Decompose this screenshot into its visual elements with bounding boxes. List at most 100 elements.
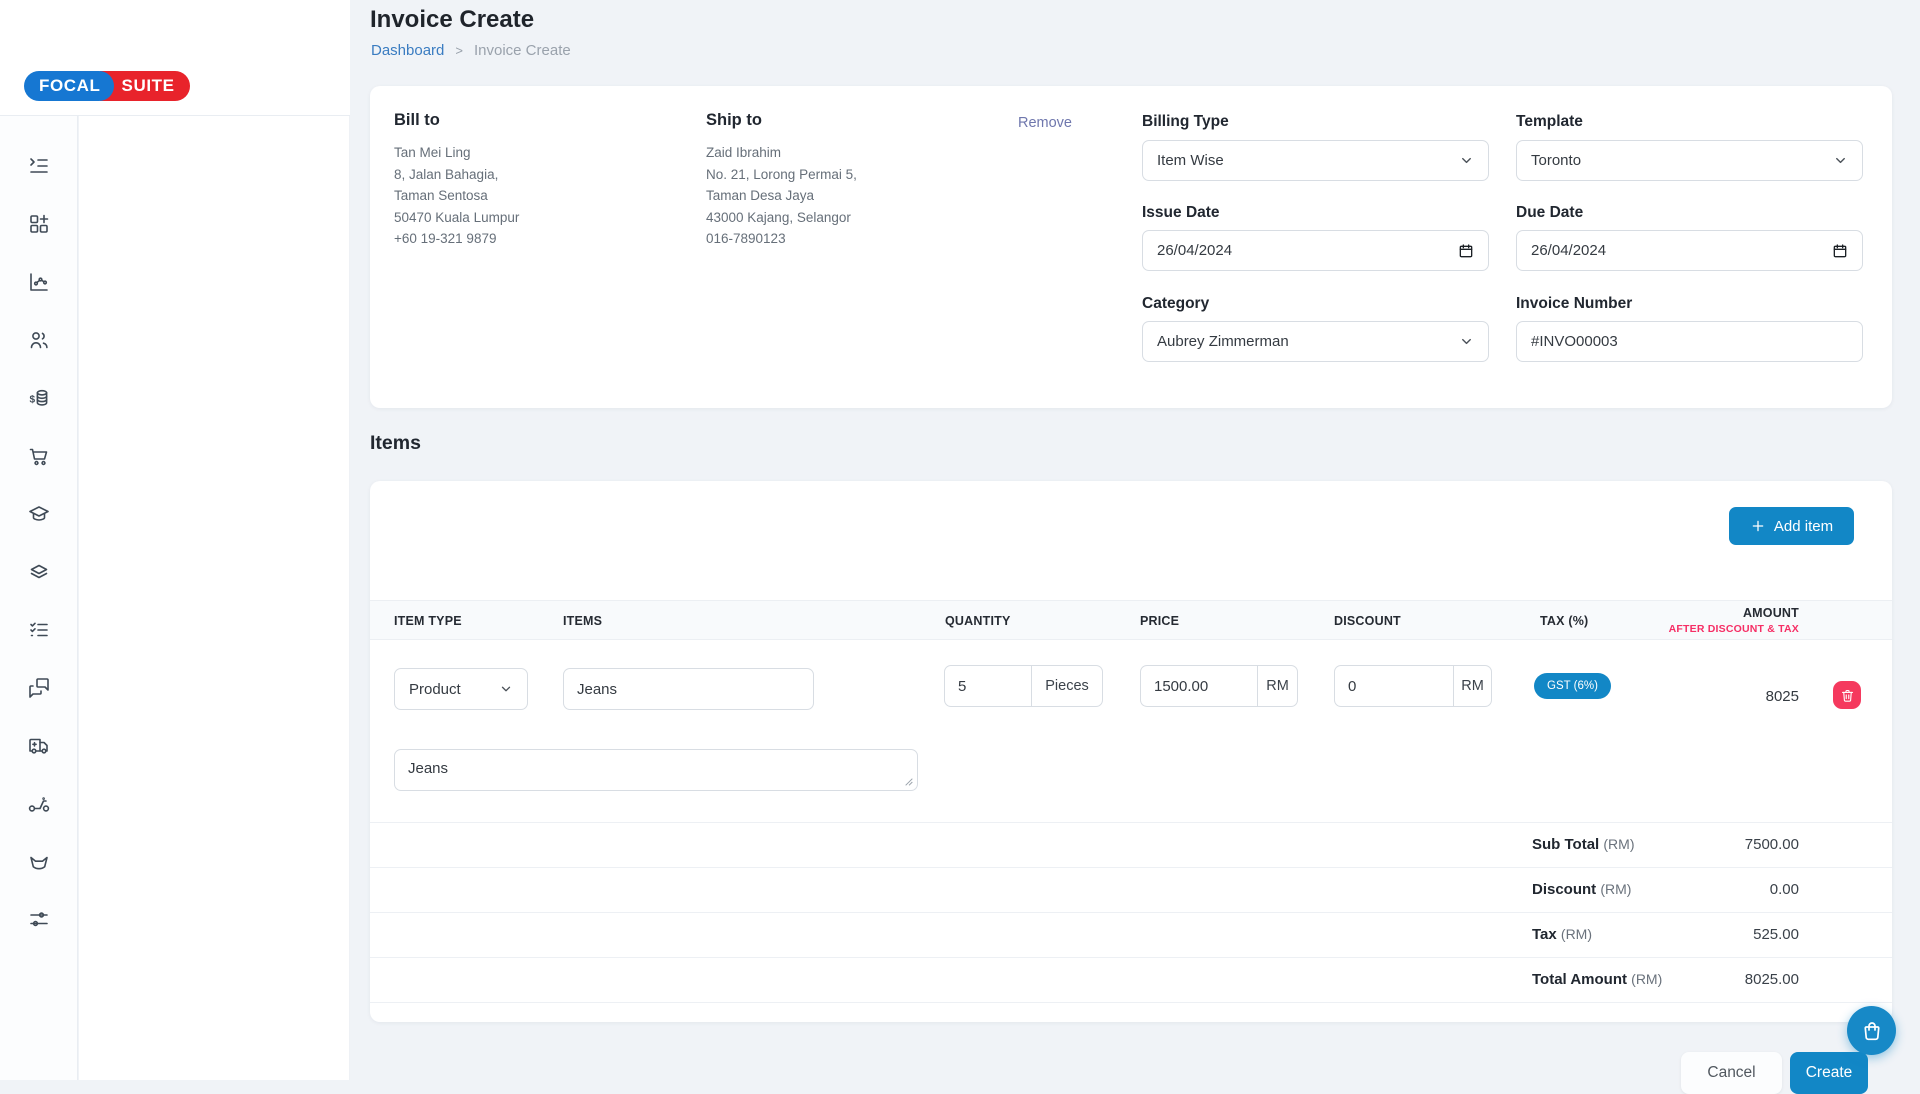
sidebar-item-settings[interactable]	[27, 908, 51, 932]
bill-to-heading: Bill to	[394, 111, 440, 130]
calendar-icon	[1458, 243, 1474, 259]
sidebar-item-fleet[interactable]	[27, 734, 51, 758]
ship-to-line: Taman Desa Jaya	[706, 185, 857, 207]
ship-to-heading: Ship to	[706, 111, 762, 130]
chevron-down-icon	[499, 682, 513, 696]
item-description-wrap: Jeans	[394, 749, 918, 791]
invoice-number-label: Invoice Number	[1516, 295, 1632, 313]
totals-table: Sub Total (RM) 7500.00 Discount (RM) 0.0…	[370, 822, 1892, 1003]
chart-dots-icon	[27, 270, 51, 294]
category-value: Aubrey Zimmerman	[1157, 333, 1459, 350]
shopping-bag-icon	[1860, 1019, 1884, 1043]
bill-to-line: +60 19-321 9879	[394, 228, 519, 250]
sidebar-item-users[interactable]	[27, 328, 51, 352]
layers-icon	[27, 560, 51, 584]
sidebar-header: FOCAL SUITE	[0, 0, 350, 116]
category-label: Category	[1142, 295, 1209, 313]
item-description-textarea[interactable]: Jeans	[394, 749, 918, 791]
quantity-input[interactable]	[945, 666, 1031, 706]
sliders-icon	[27, 908, 51, 932]
add-item-button[interactable]: Add item	[1729, 507, 1854, 545]
billing-type-select[interactable]: Item Wise	[1142, 140, 1489, 181]
sidebar-item-pos[interactable]	[27, 850, 51, 874]
money-stack-icon: $	[27, 386, 51, 410]
discount-input[interactable]	[1335, 666, 1453, 706]
delete-row-button[interactable]	[1833, 681, 1861, 709]
template-label: Template	[1516, 113, 1583, 131]
price-group: RM	[1140, 665, 1298, 707]
price-input[interactable]	[1141, 666, 1257, 706]
sidebar-item-delivery[interactable]	[27, 792, 51, 816]
subtotal-row: Sub Total (RM) 7500.00	[370, 822, 1892, 867]
total-amount-row: Total Amount (RM) 8025.00	[370, 957, 1892, 1002]
sidebar-item-apps[interactable]	[27, 212, 51, 236]
breadcrumb-current: Invoice Create	[474, 42, 571, 59]
breadcrumb-separator: >	[455, 43, 463, 58]
floating-cart-button[interactable]	[1847, 1006, 1896, 1055]
items-heading: Items	[370, 432, 421, 455]
menu-logs-icon	[27, 154, 51, 178]
create-button[interactable]: Create	[1790, 1052, 1868, 1094]
sidebar-item-tasks[interactable]	[27, 618, 51, 642]
invoice-number-input[interactable]	[1516, 321, 1863, 362]
tax-total-label: Tax (RM)	[1532, 926, 1592, 943]
item-type-select[interactable]: Product	[394, 668, 528, 710]
issue-date-label: Issue Date	[1142, 204, 1220, 222]
sidebar-item-messages[interactable]	[27, 676, 51, 700]
header-tax: TAX (%)	[1540, 614, 1588, 628]
issue-date-value: 26/04/2024	[1157, 242, 1458, 259]
bill-to-line: Taman Sentosa	[394, 185, 519, 207]
ship-to-line: 43000 Kajang, Selangor	[706, 207, 857, 229]
chevron-down-icon	[1459, 334, 1474, 349]
header-items: ITEMS	[563, 614, 602, 628]
ship-to-address: Zaid Ibrahim No. 21, Lorong Permai 5, Ta…	[706, 142, 857, 250]
ship-to-line: Zaid Ibrahim	[706, 142, 857, 164]
svg-text:$: $	[30, 395, 36, 406]
sidebar-item-learning[interactable]	[27, 502, 51, 526]
bill-to-line: 50470 Kuala Lumpur	[394, 207, 519, 229]
items-table-header: ITEM TYPE ITEMS QUANTITY PRICE DISCOUNT …	[370, 600, 1892, 640]
template-value: Toronto	[1531, 152, 1833, 169]
tax-badge[interactable]: GST (6%)	[1534, 673, 1611, 699]
sidebar-icon-rail: $	[0, 116, 78, 1080]
graduation-cap-icon	[27, 502, 51, 526]
items-card: Add item ITEM TYPE ITEMS QUANTITY PRICE …	[370, 481, 1892, 1022]
header-price: PRICE	[1140, 614, 1179, 628]
sidebar-panel	[79, 116, 350, 1080]
users-icon	[27, 328, 51, 352]
chevron-down-icon	[1833, 153, 1848, 168]
header-amount: AMOUNT	[1743, 606, 1799, 620]
brand-logo[interactable]: FOCAL SUITE	[24, 71, 190, 101]
remove-link[interactable]: Remove	[1018, 115, 1072, 131]
template-select[interactable]: Toronto	[1516, 140, 1863, 181]
header-amount-subtext: AFTER DISCOUNT & TAX	[1669, 623, 1799, 635]
due-date-input[interactable]: 26/04/2024	[1516, 230, 1863, 271]
due-date-label: Due Date	[1516, 204, 1583, 222]
sidebar-item-purchases[interactable]	[27, 444, 51, 468]
sidebar-item-assets[interactable]	[27, 560, 51, 584]
subtotal-label: Sub Total (RM)	[1532, 836, 1635, 853]
header-discount: DISCOUNT	[1334, 614, 1401, 628]
chevron-down-icon	[1459, 153, 1474, 168]
breadcrumb: Dashboard > Invoice Create	[371, 42, 571, 59]
bill-to-line: 8, Jalan Bahagia,	[394, 164, 519, 186]
trash-icon	[1840, 688, 1855, 703]
quantity-group: Pieces	[944, 665, 1103, 707]
sidebar-item-finance[interactable]: $	[27, 386, 51, 410]
breadcrumb-dashboard-link[interactable]: Dashboard	[371, 42, 444, 59]
tax-total-value: 525.00	[1753, 926, 1799, 943]
category-select[interactable]: Aubrey Zimmerman	[1142, 321, 1489, 362]
tax-total-row: Tax (RM) 525.00	[370, 912, 1892, 957]
ship-to-line: No. 21, Lorong Permai 5,	[706, 164, 857, 186]
sidebar-item-menu[interactable]	[27, 154, 51, 178]
bill-to-address: Tan Mei Ling 8, Jalan Bahagia, Taman Sen…	[394, 142, 519, 250]
discount-total-label: Discount (RM)	[1532, 881, 1631, 898]
discount-total-value: 0.00	[1770, 881, 1799, 898]
fox-icon	[27, 850, 51, 874]
cancel-button[interactable]: Cancel	[1681, 1052, 1782, 1094]
issue-date-input[interactable]: 26/04/2024	[1142, 230, 1489, 271]
sidebar-item-analytics[interactable]	[27, 270, 51, 294]
row-amount: 8025	[1766, 688, 1799, 705]
item-name-input[interactable]	[563, 668, 814, 710]
item-type-value: Product	[409, 681, 499, 698]
